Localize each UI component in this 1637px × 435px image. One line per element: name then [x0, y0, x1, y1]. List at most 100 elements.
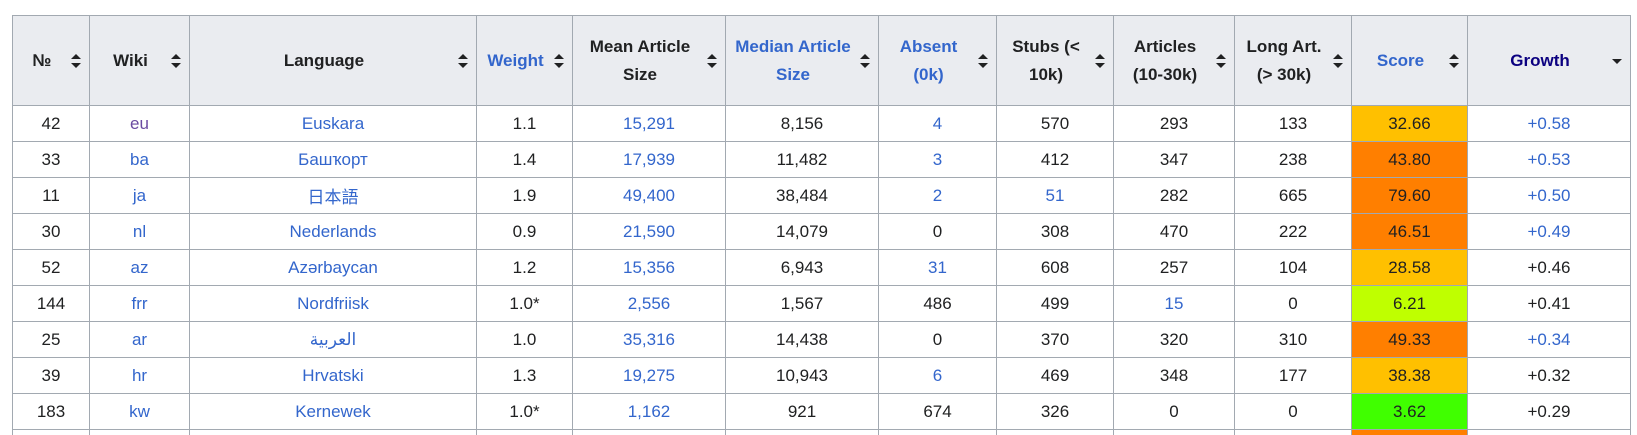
column-header-label: Language [283, 50, 365, 70]
sort-icon[interactable] [1333, 53, 1343, 68]
mean-size-link[interactable]: 21,590 [572, 213, 726, 250]
header-row: № Wiki Language Weight Mean Article Size Medi… [12, 15, 1631, 106]
wiki-code-link[interactable]: nl [89, 213, 190, 250]
rank-cell: 30 [12, 213, 90, 250]
language-link[interactable]: 日本語 [189, 177, 477, 214]
growth-cell: +0.29 [1467, 393, 1631, 430]
language-link[interactable]: Hrvatski [189, 357, 477, 394]
column-header-articles[interactable]: Articles (10-30k) [1113, 15, 1235, 106]
empty-cell [189, 429, 477, 435]
growth-cell[interactable]: +0.50 [1467, 177, 1631, 214]
language-link[interactable]: Nederlands [189, 213, 477, 250]
articles-cell: 282 [1113, 177, 1235, 214]
growth-cell[interactable]: +0.49 [1467, 213, 1631, 250]
mean-size-link[interactable]: 19,275 [572, 357, 726, 394]
mean-size-link[interactable]: 1,162 [572, 393, 726, 430]
column-header-label: Growth [1510, 50, 1570, 70]
sort-icon[interactable] [1095, 53, 1105, 68]
mean-size-link[interactable]: 17,939 [572, 141, 726, 178]
mean-size-link[interactable]: 15,356 [572, 249, 726, 286]
table-row: 183 kw Kernewek 1.0* 1,162 921 674 326 0 0 3.62 +0.… [12, 393, 1631, 430]
absent-cell[interactable]: 31 [878, 249, 997, 286]
wiki-code-link[interactable]: eu [89, 105, 190, 142]
median-size-cell: 6,943 [725, 249, 879, 286]
column-header-mean[interactable]: Mean Article Size [572, 15, 726, 106]
stubs-cell: 326 [996, 393, 1114, 430]
sort-icon[interactable] [71, 53, 81, 68]
column-header-score[interactable]: Score [1351, 15, 1468, 106]
language-link[interactable]: Euskara [189, 105, 477, 142]
column-header-language[interactable]: Language [189, 15, 477, 106]
column-header-weight[interactable]: Weight [476, 15, 573, 106]
sort-descending-icon[interactable] [1612, 54, 1622, 68]
stubs-cell: 412 [996, 141, 1114, 178]
sort-icon[interactable] [978, 53, 988, 68]
weight-cell: 1.1 [476, 105, 573, 142]
sort-icon[interactable] [860, 53, 870, 68]
growth-cell[interactable]: +0.58 [1467, 105, 1631, 142]
column-header-median[interactable]: Median Article Size [725, 15, 879, 106]
column-header-long[interactable]: Long Art. (> 30k) [1234, 15, 1352, 106]
table-row: 39 hr Hrvatski 1.3 19,275 10,943 6 469 348 177 38.… [12, 357, 1631, 394]
sort-icon[interactable] [1449, 53, 1459, 68]
wiki-code-link[interactable]: ja [89, 177, 190, 214]
long-articles-cell: 0 [1234, 393, 1352, 430]
long-articles-cell: 177 [1234, 357, 1352, 394]
language-link[interactable]: Башҡорт [189, 141, 477, 178]
wiki-code-link[interactable]: ar [89, 321, 190, 358]
column-header-absent[interactable]: Absent (0k) [878, 15, 997, 106]
long-articles-cell: 310 [1234, 321, 1352, 358]
language-link[interactable]: العربية [189, 321, 477, 358]
weight-cell: 1.3 [476, 357, 573, 394]
mean-size-link[interactable]: 15,291 [572, 105, 726, 142]
wiki-code-link[interactable]: ba [89, 141, 190, 178]
absent-cell[interactable]: 4 [878, 105, 997, 142]
table-header: № Wiki Language Weight Mean Article Size Medi… [12, 15, 1631, 106]
sort-icon[interactable] [171, 53, 181, 68]
stubs-cell[interactable]: 51 [996, 177, 1114, 214]
wiki-code-link[interactable]: hr [89, 357, 190, 394]
empty-cell [878, 429, 997, 435]
wiki-statistics-table: № Wiki Language Weight Mean Article Size Medi… [12, 15, 1631, 435]
page: № Wiki Language Weight Mean Article Size Medi… [0, 0, 1637, 435]
column-header-wiki[interactable]: Wiki [89, 15, 190, 106]
mean-size-link[interactable]: 2,556 [572, 285, 726, 322]
growth-cell[interactable]: +0.53 [1467, 141, 1631, 178]
weight-cell: 1.9 [476, 177, 573, 214]
sort-icon[interactable] [707, 53, 717, 68]
mean-size-link[interactable]: 35,316 [572, 321, 726, 358]
median-size-cell: 921 [725, 393, 879, 430]
mean-size-link[interactable]: 49,400 [572, 177, 726, 214]
column-header-growth[interactable]: Growth [1467, 15, 1631, 106]
column-header-label: Score [1376, 50, 1425, 70]
stubs-cell: 308 [996, 213, 1114, 250]
empty-cell [1467, 429, 1631, 435]
absent-cell[interactable]: 3 [878, 141, 997, 178]
articles-cell[interactable]: 15 [1113, 285, 1235, 322]
column-header-label: Stubs (< 10k) [1012, 36, 1080, 84]
column-header-stubs[interactable]: Stubs (< 10k) [996, 15, 1114, 106]
rank-cell: 52 [12, 249, 90, 286]
wiki-code-link[interactable]: az [89, 249, 190, 286]
articles-cell: 347 [1113, 141, 1235, 178]
rank-cell: 42 [12, 105, 90, 142]
rank-cell: 39 [12, 357, 90, 394]
growth-cell[interactable]: +0.34 [1467, 321, 1631, 358]
score-cell: 43.80 [1351, 141, 1468, 178]
column-header-no[interactable]: № [12, 15, 90, 106]
table-row: 25 ar العربية 1.0 35,316 14,438 0 370 320 310 49.3… [12, 321, 1631, 358]
absent-cell[interactable]: 6 [878, 357, 997, 394]
wiki-code-link[interactable]: kw [89, 393, 190, 430]
column-header-label: Absent (0k) [899, 36, 958, 84]
language-link[interactable]: Nordfriisk [189, 285, 477, 322]
language-link[interactable]: Kernewek [189, 393, 477, 430]
wiki-code-link[interactable]: frr [89, 285, 190, 322]
median-size-cell: 14,079 [725, 213, 879, 250]
sort-icon[interactable] [1216, 53, 1226, 68]
column-header-label: № [32, 50, 52, 70]
absent-cell[interactable]: 2 [878, 177, 997, 214]
sort-icon[interactable] [458, 53, 468, 68]
sort-icon[interactable] [554, 53, 564, 68]
column-header-label: Mean Article Size [589, 36, 691, 84]
language-link[interactable]: Azərbaycan [189, 249, 477, 286]
